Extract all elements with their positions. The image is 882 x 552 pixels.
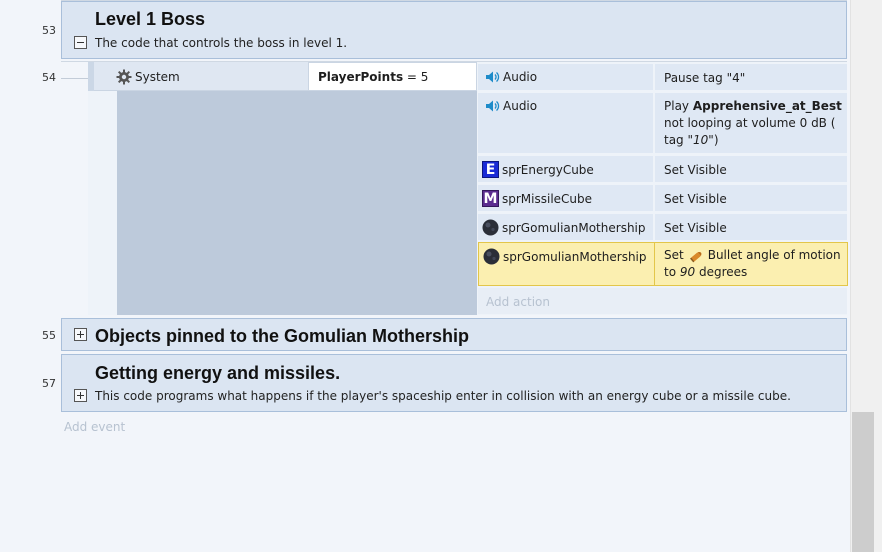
action-text: Set Visible [664,221,727,235]
angle-value: 90 [679,265,696,279]
mothership-icon [482,219,499,236]
group-energy-missiles[interactable]: Getting energy and missiles. This code p… [61,354,847,412]
condition-operator: = 5 [406,70,429,84]
condition-cell[interactable]: PlayerPoints = 5 [308,62,477,91]
condition-variable: PlayerPoints [318,70,404,84]
selected-action-row[interactable]: sprGomulianMothership Set Bullet angle o… [478,242,848,286]
add-action-label: Add action [486,295,550,309]
add-event-button[interactable]: Add event [64,420,125,434]
action-object-cell[interactable]: E sprEnergyCube [478,156,653,182]
action-verb: Set [664,248,684,262]
behavior-name: Bullet angle of motion [707,248,841,262]
tag-suffix: ") [708,133,719,147]
speaker-icon [486,71,500,83]
group-description: The code that controls the boss in level… [95,36,348,50]
add-action-button[interactable]: Add action [478,288,847,314]
action-to: to [664,265,677,279]
line-number-55: 55 [42,329,56,342]
action-params: not looping at volume 0 dB ( [664,116,836,130]
action-cell[interactable]: Set Visible [655,185,847,211]
condition-object-cell[interactable]: System [94,62,308,91]
action-text: Pause tag "4" [664,71,746,85]
action-object-name: sprMissileCube [502,191,593,206]
tree-connector [61,78,89,79]
action-object-name: sprGomulianMothership [502,220,646,235]
speaker-icon [486,100,500,112]
action-verb: Play [664,99,690,113]
angle-unit: degrees [698,265,748,279]
tag-value: 10 [693,133,709,147]
event-54: System PlayerPoints = 5 Audio Pause tag … [88,62,848,315]
tag-prefix: tag " [664,133,694,147]
action-cell[interactable]: Play Apprehensive_at_Best not looping at… [655,93,847,153]
sound-name: Apprehensive_at_Best [692,99,842,113]
action-object-name: sprGomulianMothership [503,249,647,264]
group-level-1-boss[interactable]: Level 1 Boss The code that controls the … [61,1,847,59]
action-cell[interactable]: Set Visible [655,156,847,182]
action-cell[interactable]: Set Bullet angle of motion to 90 degrees [664,247,844,281]
action-object-name: Audio [503,99,538,113]
collapse-toggle-icon[interactable] [74,36,87,49]
cell-divider [654,243,655,285]
expand-toggle-icon[interactable] [74,389,87,402]
action-text: Set Visible [664,163,727,177]
action-object-cell[interactable]: Audio [478,93,653,153]
missile-cube-icon: M [482,190,499,207]
action-cell[interactable]: Pause tag "4" [655,64,847,90]
action-object-cell[interactable]: Audio [478,64,653,90]
action-object-name: sprEnergyCube [502,162,594,177]
group-title: Level 1 Boss [95,9,206,29]
action-object-cell[interactable]: sprGomulianMothership [478,214,653,240]
conditions-empty-area[interactable] [117,91,477,315]
vertical-scrollbar[interactable] [850,0,882,552]
group-description: This code programs what happens if the p… [95,389,791,403]
action-object-cell[interactable]: sprGomulianMothership [483,248,647,265]
scrollbar-thumb[interactable] [852,412,874,552]
line-number-53: 53 [42,24,56,37]
gear-icon [116,69,132,85]
group-title: Getting energy and missiles. [95,363,341,383]
action-cell[interactable]: Set Visible [655,214,847,240]
condition-object-name: System [135,70,180,84]
mothership-icon [483,248,500,265]
line-number-57: 57 [42,377,56,390]
action-object-cell[interactable]: M sprMissileCube [478,185,653,211]
line-number-54: 54 [42,71,56,84]
group-title: Objects pinned to the Gomulian Mothershi… [95,326,470,346]
energy-cube-icon: E [482,161,499,178]
action-text: Set Visible [664,192,727,206]
group-objects-pinned[interactable]: Objects pinned to the Gomulian Mothershi… [61,318,847,351]
bullet-behavior-icon [689,251,702,262]
expand-toggle-icon[interactable] [74,328,87,341]
action-object-name: Audio [503,70,538,84]
